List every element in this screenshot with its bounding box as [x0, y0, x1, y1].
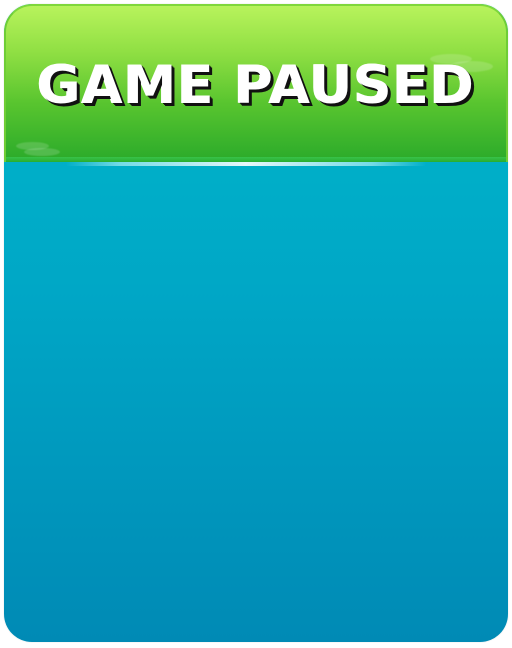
pause-header: GAME PAUSED — [4, 4, 508, 162]
pause-menu-content-area — [4, 162, 508, 642]
game-paused-title: GAME PAUSED — [37, 55, 475, 116]
pause-panel: GAME PAUSED — [4, 4, 508, 642]
cloud-decoration — [24, 148, 60, 156]
